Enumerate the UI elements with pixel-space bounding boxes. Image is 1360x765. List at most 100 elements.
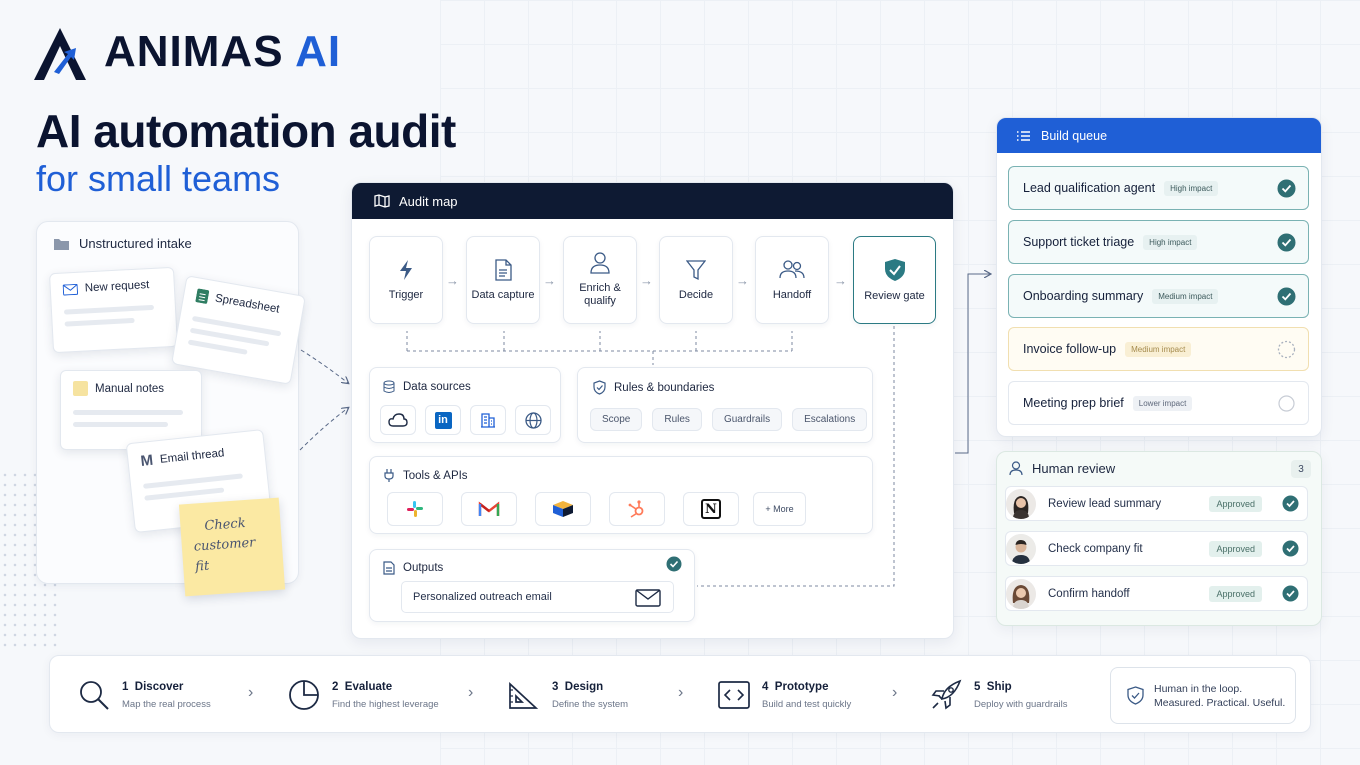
process-step-ship[interactable]: 5 Ship Deploy with guardrails [930, 656, 1067, 734]
shield-icon [593, 380, 606, 395]
impact-badge: High impact [1143, 234, 1198, 250]
data-sources-header: Data sources [383, 380, 471, 394]
process-step-evaluate[interactable]: 2 Evaluate Find the highest leverage [288, 656, 439, 734]
step-desc: Build and test quickly [762, 698, 852, 710]
build-queue-panel: Build queue Lead qualification agent Hig… [996, 117, 1322, 437]
impact-badge: Medium impact [1152, 288, 1219, 304]
plug-icon [384, 469, 394, 482]
database-icon [383, 380, 395, 393]
queue-item-label: Support ticket triage [1023, 235, 1135, 249]
notion-icon[interactable]: N [683, 492, 739, 526]
avatar [1006, 533, 1036, 564]
audit-map-panel: Audit map Trigger → Data capture → Enric… [351, 182, 954, 639]
chip-scope[interactable]: Scope [590, 408, 643, 431]
gmail-icon[interactable] [461, 492, 517, 526]
chevron-right-icon: › [468, 684, 474, 701]
output-item[interactable]: Personalized outreach email [401, 581, 674, 613]
human-review-panel: Human review 3 Review lead summary Appro… [996, 451, 1322, 626]
rocket-icon [931, 679, 962, 710]
step-number: 2 [332, 680, 339, 693]
outputs-header: Outputs [383, 561, 443, 575]
queue-item-lead-qualification[interactable]: Lead qualification agent High impact [1008, 166, 1309, 210]
avatar [1006, 488, 1036, 519]
human-review-title: Human review [1032, 461, 1116, 476]
check-circle-icon [1277, 287, 1296, 306]
code-icon [718, 681, 750, 709]
data-sources-title: Data sources [403, 381, 471, 393]
human-in-the-loop-callout: Human in the loop. Measured. Practical. U… [1110, 667, 1296, 724]
building-icon[interactable] [470, 405, 506, 435]
queue-item-onboarding-summary[interactable]: Onboarding summary Medium impact [1008, 274, 1309, 318]
step-number: 1 [122, 680, 129, 693]
queue-item-label: Lead qualification agent [1023, 181, 1156, 195]
step-desc: Define the system [552, 698, 629, 710]
globe-icon[interactable] [515, 405, 551, 435]
process-step-design[interactable]: 3 Design Define the system [508, 656, 628, 734]
chevron-right-icon: › [892, 684, 898, 701]
review-item-confirm-handoff[interactable]: Confirm handoff Approved [1005, 576, 1308, 611]
magnifier-icon [80, 681, 109, 710]
review-item-label: Review lead summary [1048, 497, 1162, 510]
queue-item-meeting-prep[interactable]: Meeting prep brief Lower impact [1008, 381, 1309, 425]
queue-item-invoice-follow-up[interactable]: Invoice follow-up Medium impact [1008, 327, 1309, 371]
file-icon [383, 561, 395, 575]
approved-badge: Approved [1209, 585, 1262, 602]
step-number: 4 [762, 680, 769, 693]
box-icon[interactable] [535, 492, 591, 526]
tagline-line-2: Measured. Practical. Useful. [1154, 696, 1286, 709]
rules-card: Rules & boundaries Scope Rules Guardrail… [577, 367, 873, 443]
tools-card: Tools & APIs N + More [369, 456, 873, 534]
more-tools-button[interactable]: + More [753, 492, 806, 526]
check-circle-icon [1277, 233, 1296, 252]
step-desc: Find the highest leverage [332, 698, 439, 710]
tools-title: Tools & APIs [403, 469, 468, 482]
chevron-right-icon: › [248, 684, 254, 701]
empty-circle-icon [1278, 395, 1295, 412]
tagline-line-1: Human in the loop. [1154, 682, 1243, 695]
build-queue-header: Build queue [997, 118, 1321, 153]
review-item-company-fit[interactable]: Check company fit Approved [1005, 531, 1308, 566]
step-title: Design [564, 680, 604, 693]
outputs-title: Outputs [403, 562, 444, 574]
check-circle-icon [1282, 585, 1299, 602]
review-count-badge: 3 [1291, 460, 1311, 478]
check-circle-icon [1282, 495, 1299, 512]
review-item-label: Confirm handoff [1048, 587, 1130, 600]
queue-item-label: Meeting prep brief [1023, 396, 1124, 410]
impact-badge: Lower impact [1132, 395, 1193, 411]
pie-chart-icon [289, 680, 319, 710]
rules-title: Rules & boundaries [614, 381, 715, 394]
set-square-icon [509, 682, 539, 709]
process-step-prototype[interactable]: 4 Prototype Build and test quickly [718, 656, 851, 734]
cloud-icon[interactable] [380, 405, 416, 435]
slack-icon[interactable] [387, 492, 443, 526]
list-icon [1017, 130, 1030, 141]
chip-escalations[interactable]: Escalations [792, 408, 868, 431]
output-label: Personalized outreach email [413, 591, 552, 603]
step-title: Ship [986, 680, 1012, 693]
review-item-lead-summary[interactable]: Review lead summary Approved [1005, 486, 1308, 521]
hubspot-icon[interactable] [609, 492, 665, 526]
step-title: Discover [134, 680, 184, 693]
impact-badge: Medium impact [1125, 341, 1192, 357]
chip-guardrails[interactable]: Guardrails [711, 408, 783, 431]
build-queue-title: Build queue [1041, 128, 1108, 143]
outputs-card: Outputs Personalized outreach email [369, 549, 695, 622]
queue-item-support-triage[interactable]: Support ticket triage High impact [1008, 220, 1309, 264]
linkedin-icon[interactable]: in [425, 405, 461, 435]
rules-header: Rules & boundaries [593, 380, 714, 395]
step-number: 5 [974, 680, 981, 693]
step-number: 3 [552, 680, 559, 693]
impact-badge: High impact [1164, 180, 1219, 196]
avatar [1006, 578, 1036, 609]
process-step-discover[interactable]: 1 Discover Map the real process [78, 656, 211, 734]
approved-badge: Approved [1209, 540, 1262, 557]
approved-badge: Approved [1209, 495, 1262, 512]
chip-rules[interactable]: Rules [652, 408, 702, 431]
step-title: Prototype [774, 680, 829, 693]
queue-item-label: Invoice follow-up [1023, 342, 1117, 356]
shield-check-icon [1127, 686, 1144, 705]
check-circle-icon [1277, 179, 1296, 198]
process-bar: 1 Discover Map the real process › 2 Evalu… [49, 655, 1311, 733]
tools-header: Tools & APIs [383, 468, 468, 483]
